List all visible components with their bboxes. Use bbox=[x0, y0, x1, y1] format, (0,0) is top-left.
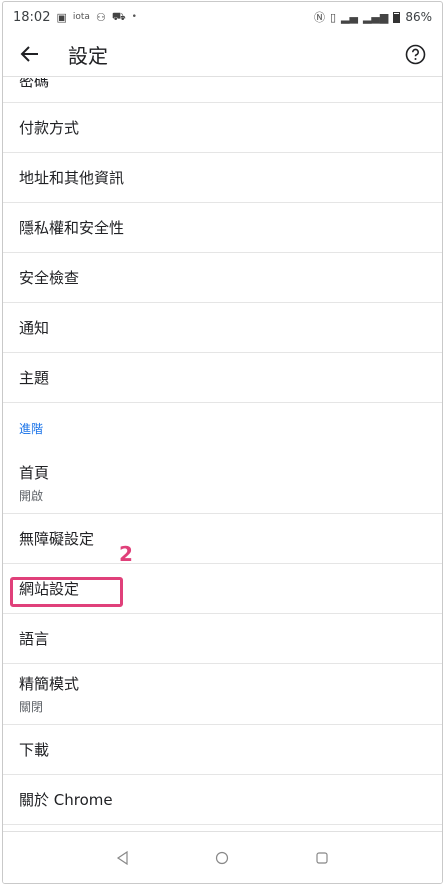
section-header-advanced: 進階 bbox=[3, 403, 442, 453]
top-app-bar: 設定 bbox=[3, 32, 442, 77]
settings-item-label: 首頁 bbox=[19, 464, 50, 482]
phone-screen: 18:02 ▣ iota ⚇ ⛟ • Ⓝ ▯ ▂▄ ▂▄▆ 86% 設定 密碼 … bbox=[2, 1, 443, 884]
signal-4g-icon: ▂▄ bbox=[341, 10, 358, 24]
settings-item-payment-methods[interactable]: 付款方式 bbox=[3, 103, 442, 153]
image-notification-icon: ▣ bbox=[56, 10, 67, 24]
system-navigation-bar bbox=[3, 831, 442, 883]
settings-item-label: 隱私權和安全性 bbox=[19, 219, 125, 237]
settings-item-label: 精簡模式 bbox=[19, 675, 80, 693]
vibrate-icon: ▯ bbox=[329, 10, 337, 24]
settings-item-addresses[interactable]: 地址和其他資訊 bbox=[3, 153, 442, 203]
nav-back-icon[interactable] bbox=[113, 848, 133, 868]
page-title: 設定 bbox=[68, 43, 108, 68]
nfc-icon: Ⓝ bbox=[313, 11, 325, 24]
section-header-label: 進階 bbox=[19, 421, 44, 436]
settings-item-label: 通知 bbox=[19, 319, 50, 337]
battery-percent: 86% bbox=[405, 10, 432, 24]
settings-item-site-settings[interactable]: 網站設定 bbox=[3, 564, 442, 614]
settings-item-label: 無障礙設定 bbox=[19, 530, 95, 548]
settings-item-safety-check[interactable]: 安全檢查 bbox=[3, 253, 442, 303]
settings-item-label: 語言 bbox=[19, 630, 50, 648]
settings-item-passwords[interactable]: 密碼 bbox=[3, 78, 442, 103]
settings-item-label: 安全檢查 bbox=[19, 269, 80, 287]
settings-item-theme[interactable]: 主題 bbox=[3, 353, 442, 403]
settings-item-label: 關於 Chrome bbox=[19, 791, 113, 809]
signal-strength-icon: ▂▄▆ bbox=[362, 10, 389, 24]
step-number-label: 2 bbox=[119, 542, 133, 566]
nav-recents-icon[interactable] bbox=[312, 848, 332, 868]
settings-item-label: 密碼 bbox=[19, 78, 50, 90]
iota-notification-icon: iota bbox=[72, 12, 90, 22]
settings-item-label: 付款方式 bbox=[19, 119, 80, 137]
settings-item-notifications[interactable]: 通知 bbox=[3, 303, 442, 353]
settings-item-summary: 開啟 bbox=[19, 489, 44, 503]
settings-item-lite-mode[interactable]: 精簡模式 關閉 bbox=[3, 664, 442, 725]
team-notification-icon: ⚇ bbox=[95, 10, 106, 24]
settings-item-about-chrome[interactable]: 關於 Chrome bbox=[3, 775, 442, 825]
settings-item-label: 主題 bbox=[19, 369, 50, 387]
settings-item-accessibility[interactable]: 無障礙設定 bbox=[3, 514, 442, 564]
help-icon[interactable] bbox=[405, 44, 426, 65]
battery-icon bbox=[393, 11, 401, 23]
settings-item-label: 網站設定 bbox=[19, 580, 80, 598]
more-notifications-dot: • bbox=[131, 12, 137, 22]
status-bar: 18:02 ▣ iota ⚇ ⛟ • Ⓝ ▯ ▂▄ ▂▄▆ 86% bbox=[3, 2, 442, 32]
settings-list: 密碼 付款方式 地址和其他資訊 隱私權和安全性 安全檢查 通知 主題 進階 首頁… bbox=[3, 78, 442, 833]
settings-item-homepage[interactable]: 首頁 開啟 bbox=[3, 453, 442, 514]
back-arrow-icon[interactable] bbox=[18, 42, 42, 66]
nav-home-icon[interactable] bbox=[212, 848, 232, 868]
settings-item-languages[interactable]: 語言 bbox=[3, 614, 442, 664]
status-time: 18:02 bbox=[13, 9, 51, 25]
settings-item-privacy-security[interactable]: 隱私權和安全性 bbox=[3, 203, 442, 253]
settings-item-summary: 關閉 bbox=[19, 700, 44, 714]
settings-item-label: 下載 bbox=[19, 741, 50, 759]
bus-notification-icon: ⛟ bbox=[111, 9, 126, 23]
settings-item-label: 地址和其他資訊 bbox=[19, 169, 125, 187]
settings-item-downloads[interactable]: 下載 bbox=[3, 725, 442, 775]
